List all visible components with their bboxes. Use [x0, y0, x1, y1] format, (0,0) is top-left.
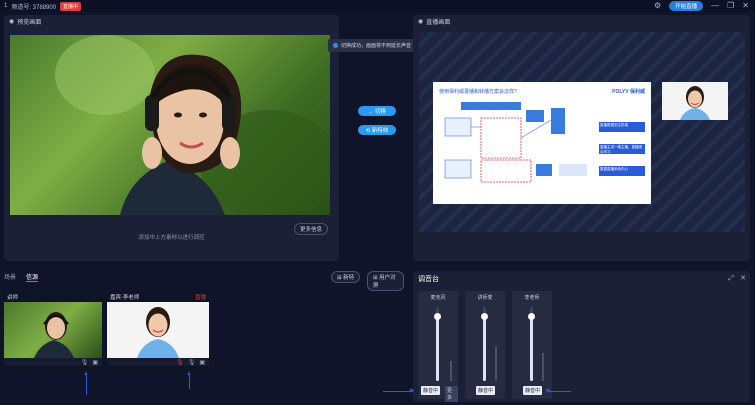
- level-meter: [542, 353, 544, 381]
- preview-header: ◉ 预览画面: [4, 15, 339, 27]
- source-card-head: 嘉宾-李老师 直播: [107, 292, 209, 302]
- app-number: 1: [4, 3, 8, 9]
- ppt-slide: 使用保利威录播和转播方案会这样? POLYV 保利威 直播数据到主机端 直播主讲…: [433, 82, 651, 204]
- live-eye-icon: ◉: [418, 18, 424, 25]
- guest-image: [680, 86, 710, 120]
- fader-fill: [530, 317, 533, 381]
- more-info-label: 更多信息: [300, 227, 323, 233]
- slide-title: 使用保利威录播和转播方案会这样?: [439, 89, 517, 95]
- slide-box-2: 直播主讲一端主播，直播观众学习: [599, 144, 645, 154]
- mute-button[interactable]: 静音中: [421, 386, 441, 395]
- preview-video[interactable]: [10, 35, 330, 215]
- source-card-foot: 🎙 🎙 ▣: [107, 358, 209, 366]
- channel-name: 麦克风: [430, 295, 446, 301]
- channel-name: 讲师麦: [477, 295, 493, 301]
- fader-knob[interactable]: [528, 313, 535, 320]
- start-live-button[interactable]: 开始直播: [669, 1, 704, 11]
- live-badge: 直播中: [60, 1, 82, 11]
- level-meter: [495, 346, 497, 381]
- camera-icon[interactable]: ▣: [92, 359, 98, 366]
- more-button[interactable]: 更多: [445, 386, 458, 402]
- guest-thumb: [137, 307, 179, 358]
- mic-muted-icon[interactable]: 🎙: [176, 359, 184, 366]
- slide-diagram: [444, 102, 587, 183]
- fader-fill: [483, 317, 486, 381]
- slide-box-3: 数据直播系统中心: [599, 166, 645, 176]
- mute-button[interactable]: 静音中: [476, 386, 496, 395]
- tab-scenes[interactable]: 场景: [4, 272, 16, 282]
- slide-brand: POLYV 保利威: [612, 89, 645, 95]
- live-panel: ◉ 直播画面 使用保利威录播和转播方案会这样? POLYV 保利威 直播数据到主…: [413, 15, 750, 261]
- source-thumb: [4, 302, 102, 358]
- close-icon[interactable]: ✕: [742, 0, 749, 12]
- toast-text: 切换成功，画面将不到延长声音: [341, 43, 412, 49]
- arrow-indicator: [549, 391, 571, 392]
- arrow-indicator: [86, 375, 87, 395]
- source-card-head: 讲师: [4, 292, 102, 302]
- expand-icon[interactable]: ⤢: [728, 273, 734, 285]
- eye-icon: ◉: [9, 18, 15, 25]
- mixer-channel-mic: 麦克风 静音中 更多: [418, 291, 458, 402]
- mixer-panel: 调音台 ⤢ ✕ 麦克风 静音中 更多 讲师麦 静音中 李老师 静音中: [413, 271, 750, 402]
- arrow-up-icon: ▲: [83, 371, 89, 377]
- live-video[interactable]: 使用保利威录播和转播方案会这样? POLYV 保利威 直播数据到主机端 直播主讲…: [419, 32, 745, 232]
- fader-knob[interactable]: [481, 313, 488, 320]
- mixer-title: 调音台: [418, 276, 439, 283]
- live-header: ◉ 直播画面: [413, 15, 750, 27]
- info-icon: [333, 43, 338, 48]
- fader-knob[interactable]: [434, 313, 441, 320]
- arrow-left-icon: ◀: [545, 388, 550, 394]
- close-mixer-icon[interactable]: ✕: [740, 273, 746, 285]
- source-name: 讲师: [7, 295, 19, 301]
- fader-fill: [436, 317, 439, 381]
- arrow-right-icon: ▶: [410, 388, 415, 394]
- mixer-header: 调音台: [413, 271, 750, 287]
- toast-notification: 切换成功，画面将不到延长声音: [328, 39, 423, 52]
- sources-area: 场景 信源 ⊞ 新特 ⊞ 用户对屏 讲师 🎙 ▣ 嘉宾-李老师 直播 🎙 🎙 ▣…: [4, 271, 404, 400]
- room-label: 频道号: 3788900: [11, 4, 57, 11]
- arrow-indicator: [383, 391, 413, 392]
- more-info-button[interactable]: 更多信息: [294, 223, 329, 235]
- arrow-indicator: [189, 375, 190, 389]
- mic-icon[interactable]: 🎙: [188, 359, 196, 366]
- guest-pip[interactable]: [662, 82, 728, 120]
- mixer-channel-guest: 李老师 静音中: [512, 291, 552, 399]
- live-title: 直播画面: [426, 19, 451, 26]
- effect-toggle-button[interactable]: ⊞ 新特: [331, 271, 361, 283]
- minimize-icon[interactable]: —: [711, 0, 719, 12]
- preview-panel: ◉ 预览画面 添加中上方素材以进行调控 更多信息: [4, 15, 339, 261]
- maximize-icon[interactable]: ❐: [727, 0, 734, 12]
- source-card-guest[interactable]: 嘉宾-李老师 直播 🎙 🎙 ▣: [107, 292, 209, 370]
- channel-name: 李老师: [524, 295, 540, 301]
- source-card-foot: 🎙 ▣: [4, 358, 102, 366]
- slide-box-1: 直播数据到主机端: [599, 122, 645, 132]
- level-meter: [450, 361, 452, 381]
- source-name: 嘉宾-李老师: [110, 295, 140, 301]
- camera-icon[interactable]: ▣: [199, 359, 205, 366]
- source-card-lecturer[interactable]: 讲师 🎙 ▣: [4, 292, 102, 370]
- source-tag: 直播: [194, 295, 206, 301]
- switch-button[interactable]: → 切换: [358, 106, 396, 116]
- settings-icon[interactable]: ⚙: [654, 0, 661, 12]
- mixer-channel-lecturer: 讲师麦 静音中: [465, 291, 505, 399]
- tab-sources[interactable]: 信源: [26, 272, 39, 282]
- mute-button[interactable]: 静音中: [523, 386, 543, 395]
- preview-title: 预览画面: [17, 19, 42, 26]
- preview-hint: 添加中上方素材以进行调控: [138, 235, 205, 241]
- titlebar: 1 频道号: 3788900 直播中 ⚙ 开始直播 — ❐ ✕: [0, 0, 755, 12]
- source-thumb: [107, 302, 209, 358]
- lecturer-thumb: [34, 312, 74, 358]
- mic-icon[interactable]: 🎙: [81, 359, 89, 366]
- arrow-up-icon: ▲: [186, 371, 192, 377]
- user-screen-button[interactable]: ⊞ 用户对屏: [367, 271, 404, 291]
- effect-button[interactable]: ⟲ 新特效: [358, 125, 396, 135]
- presenter-image: [55, 35, 330, 215]
